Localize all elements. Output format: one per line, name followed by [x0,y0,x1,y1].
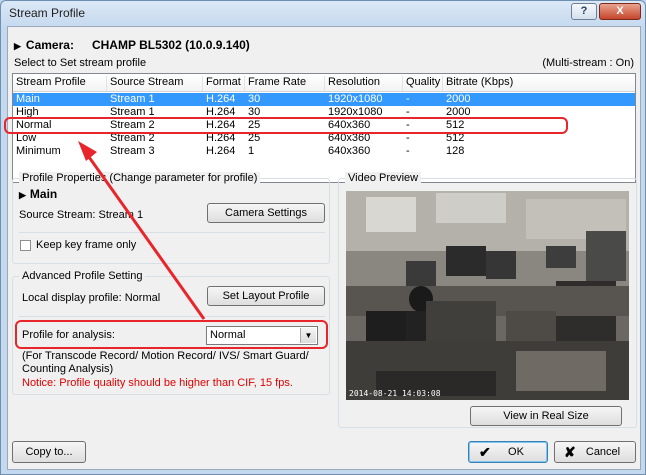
advanced-profile-legend: Advanced Profile Setting [19,270,146,282]
multi-stream-status: (Multi-stream : On) [542,57,634,69]
x-icon: ✘ [564,444,576,460]
table-cell: 1 [248,145,255,157]
title-bar: Stream Profile ? X [1,1,645,25]
keep-key-frame-label: Keep key frame only [36,239,137,251]
camera-heading: ▶ Camera: CHAMP BL5302 (10.0.9.140) [14,38,250,52]
office-camera-frame [346,191,629,400]
table-cell: H.264 [206,145,236,157]
camera-name: CHAMP BL5302 (10.0.9.140) [91,38,250,52]
keep-key-frame-checkbox[interactable] [20,240,31,251]
view-real-size-button[interactable]: View in Real Size [470,406,622,426]
analysis-note: (For Transcode Record/ Motion Record/ IV… [22,350,309,375]
cancel-label: Cancel [585,446,621,458]
analysis-highlight [15,320,328,349]
profile-properties-legend: Profile Properties (Change parameter for… [19,172,261,184]
close-button[interactable]: X [599,3,641,20]
source-stream-label: Source Stream: [19,209,96,221]
video-preview-group: Video Preview 2014-08-21 14:03:08 View i… [338,172,637,428]
table-row[interactable]: Minimum Stream 3 H.264 1 640x360 - 128 [13,145,635,158]
column-header[interactable]: Source Stream [107,76,203,91]
local-display-label: Local display profile: [22,292,122,304]
table-cell: 640x360 [328,145,371,157]
table-cell: H.264 [206,93,236,105]
table-cell: Stream 1 [110,93,155,105]
table-row[interactable]: Main Stream 1 H.264 30 1920x1080 - 2000 [13,93,635,106]
column-header[interactable]: Frame Rate [245,76,325,91]
help-button[interactable]: ? [571,3,597,20]
table-cell: - [406,93,410,105]
normal-row-highlight [4,117,568,134]
source-stream-value: Stream 1 [98,209,144,221]
local-display-line: Local display profile: Normal [22,292,160,304]
table-cell: - [406,145,410,157]
ok-button[interactable]: ✔ OK [468,441,548,463]
copy-to-button[interactable]: Copy to... [12,441,86,463]
profile-name-text: Main [29,187,58,201]
notice-text: Notice: Profile quality should be higher… [22,377,293,389]
table-header: Stream Profile Source Stream Format Fram… [13,74,635,92]
checkmark-icon: ✔ [479,444,491,460]
video-timestamp: 2014-08-21 14:03:08 [349,389,441,398]
table-cell: Minimum [16,145,61,157]
divider [19,316,325,317]
triangle-right-icon: ▶ [14,41,21,51]
video-preview-image: 2014-08-21 14:03:08 [346,191,629,400]
table-cell: 128 [446,145,465,157]
camera-settings-button[interactable]: Camera Settings [207,203,325,223]
local-display-value: Normal [124,292,161,304]
video-preview-legend: Video Preview [345,172,422,184]
column-header[interactable]: Bitrate (Kbps) [443,76,635,91]
window-title: Stream Profile [9,6,86,20]
cancel-button[interactable]: ✘ Cancel [554,441,636,463]
column-header[interactable]: Resolution [325,76,403,91]
triangle-right-icon: ▶ [19,190,26,200]
ok-label: OK [508,446,524,458]
column-header[interactable]: Stream Profile [13,76,107,91]
table-cell: 30 [248,93,261,105]
profile-name: ▶ Main [19,187,57,201]
column-header[interactable]: Quality [403,76,443,91]
source-stream-line: Source Stream: Stream 1 [19,209,143,221]
set-layout-profile-button[interactable]: Set Layout Profile [207,286,325,306]
column-header[interactable]: Format [203,76,245,91]
camera-label: Camera: [25,38,74,52]
table-cell: 1920x1080 [328,93,383,105]
dialog-body: ▶ Camera: CHAMP BL5302 (10.0.9.140) Select… [4,26,641,470]
stream-profile-window: Stream Profile ? X ▶ Camera: CHAMP BL5302 … [0,0,646,475]
select-instruction: Select to Set stream profile [14,57,147,69]
table-cell: Stream 3 [110,145,155,157]
profile-properties-group: Profile Properties (Change parameter for… [12,172,330,264]
table-cell: 2000 [446,93,471,105]
table-cell: Main [16,93,40,105]
divider [19,232,325,233]
